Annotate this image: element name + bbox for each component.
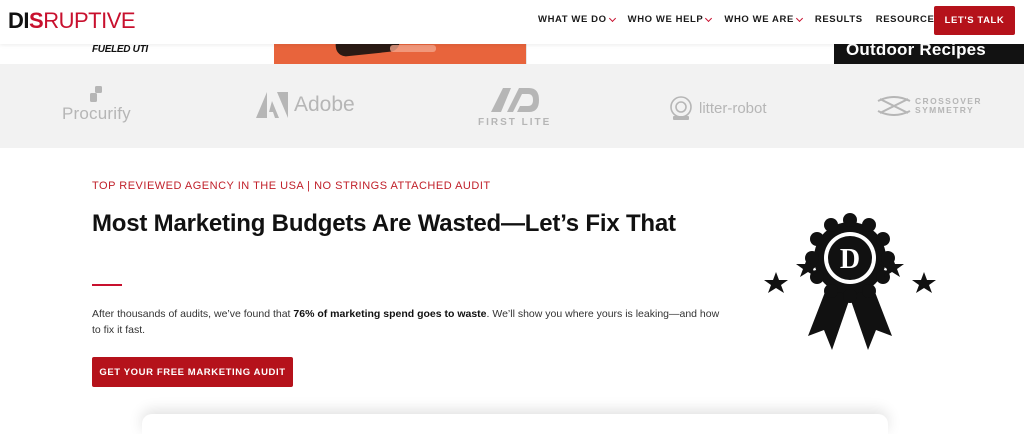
client-logo-text-line: SYMMETRY (915, 105, 975, 115)
client-logo-litter-robot: litter-robot (668, 95, 767, 121)
chevron-down-icon (608, 14, 616, 22)
chevron-down-icon (795, 14, 803, 22)
case-card-fueled[interactable]: FUELED UTI (0, 44, 274, 64)
case-card-blank[interactable] (526, 44, 834, 64)
adobe-logo-icon (256, 92, 288, 118)
nav-item-label: WHO WE ARE (724, 14, 794, 25)
client-logo-text: FIRST LITE (478, 117, 552, 128)
badge-letter: D (840, 244, 860, 275)
procurify-logo-icon (90, 86, 102, 102)
case-study-strip: FUELED UTI Outdoor Recipes (0, 36, 1024, 64)
next-section-card (142, 414, 888, 434)
hero-body-highlight: 76% of marketing spend goes to waste (293, 308, 487, 320)
client-logo-text: CROSSOVER SYMMETRY (915, 97, 982, 115)
nav-item-label: WHO WE HELP (627, 14, 704, 25)
client-logo-text: Adobe (294, 93, 355, 116)
nav-item-label: WHAT WE DO (538, 14, 607, 25)
logo-part-s: S (29, 8, 44, 33)
client-logo-procurify: Procurify (62, 86, 131, 124)
first-lite-logo-icon (490, 88, 539, 112)
site-logo[interactable]: DISRUPTIVE (8, 8, 136, 33)
nav-item-who-we-are[interactable]: WHO WE ARE (724, 14, 803, 25)
logo-part-di: DI (8, 8, 30, 33)
client-logo-text: litter-robot (699, 99, 767, 117)
product-image-text (390, 45, 436, 52)
nav-item-what-we-do[interactable]: WHAT WE DO (538, 14, 616, 25)
litter-robot-logo-icon (670, 96, 692, 120)
hero-body-text: After thousands of audits, we’ve found t… (92, 308, 294, 320)
divider (92, 284, 122, 286)
site-header: DISRUPTIVE WHAT WE DO WHO WE HELP WHO WE… (0, 0, 1024, 44)
main-nav: WHAT WE DO WHO WE HELP WHO WE ARE RESULT… (538, 14, 962, 25)
case-card-outdoor[interactable]: Outdoor Recipes (834, 40, 1024, 64)
hero-headline: Most Marketing Budgets Are Wasted—Let’s … (92, 210, 676, 237)
hero-eyebrow: TOP REVIEWED AGENCY IN THE USA | NO STRI… (92, 180, 491, 192)
crossover-symmetry-logo-icon (877, 96, 911, 116)
nav-item-results[interactable]: RESULTS (815, 14, 863, 25)
lets-talk-button[interactable]: LET'S TALK (934, 6, 1015, 35)
client-logo-first-lite: FIRST LITE (478, 86, 551, 128)
hero-body: After thousands of audits, we’ve found t… (92, 306, 722, 338)
nav-item-who-we-help[interactable]: WHO WE HELP (627, 14, 713, 25)
client-logo-adobe: Adobe (256, 92, 355, 118)
nav-item-label: RESOURCES (875, 14, 942, 25)
chevron-down-icon (705, 14, 713, 22)
client-logo-band: Procurify Adobe FIRST LITE litter-robot (0, 64, 1024, 148)
logo-part-ruptive: RUPTIVE (43, 8, 136, 33)
free-audit-button[interactable]: GET YOUR FREE MARKETING AUDIT (92, 357, 293, 387)
case-card-title: FUELED UTI (92, 44, 148, 55)
award-ribbon-icon: D (764, 213, 936, 350)
nav-item-label: RESULTS (814, 14, 863, 25)
client-logo-text: Procurify (62, 104, 131, 123)
client-logo-crossover-symmetry: CROSSOVER SYMMETRY (876, 95, 982, 117)
case-card-orange[interactable] (274, 36, 526, 64)
